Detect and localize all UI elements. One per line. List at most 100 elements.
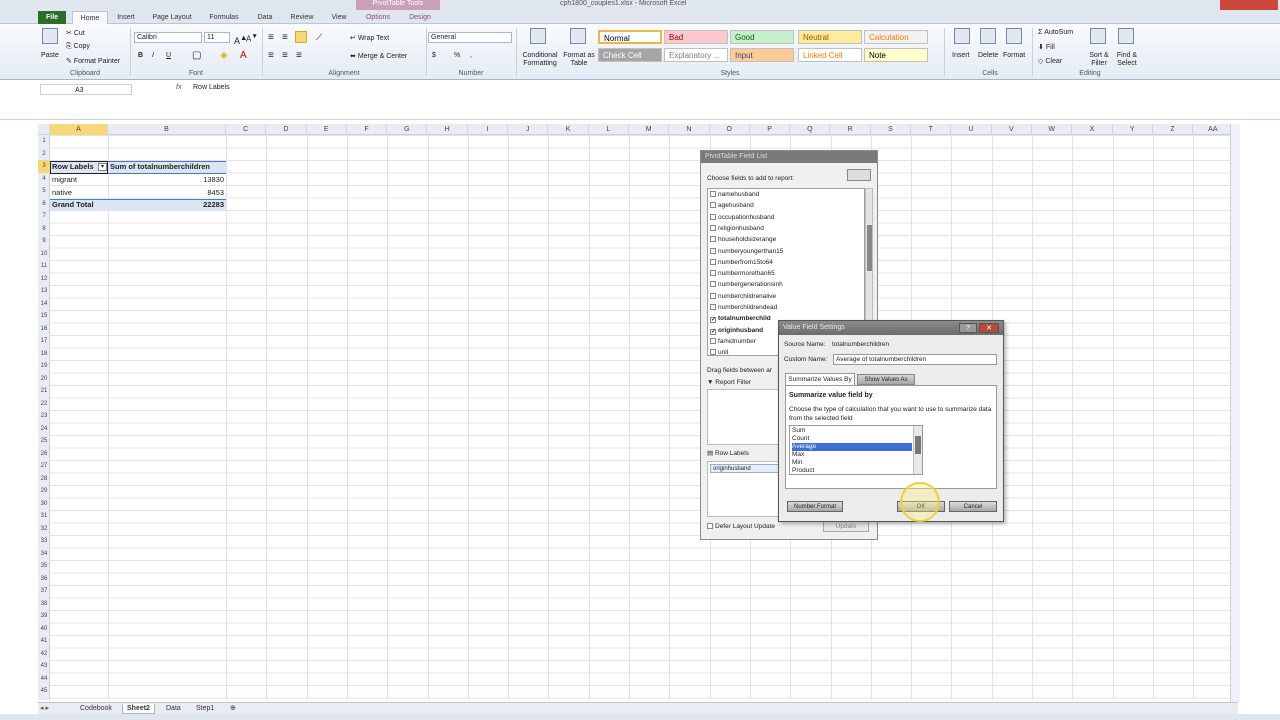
row-header[interactable]: 3 bbox=[38, 160, 50, 173]
row-header[interactable]: 36 bbox=[38, 573, 50, 586]
pivot-row-migrant-label[interactable]: migrant bbox=[52, 174, 77, 186]
checkbox-icon[interactable] bbox=[710, 292, 716, 299]
close-icon[interactable]: ✕ bbox=[979, 323, 999, 333]
row-header[interactable]: 6 bbox=[38, 198, 50, 211]
pivot-row-migrant-value[interactable]: 13830 bbox=[180, 174, 224, 186]
row-header[interactable]: 1 bbox=[38, 135, 50, 148]
pivot-sum-header[interactable]: Sum of totalnumberchildren bbox=[110, 161, 210, 173]
sheet-tab-codebook[interactable]: Codebook bbox=[76, 704, 116, 714]
row-header[interactable]: 13 bbox=[38, 285, 50, 298]
column-header[interactable]: R bbox=[831, 124, 871, 135]
calc-option[interactable]: Count bbox=[792, 435, 912, 443]
tab-file[interactable]: File bbox=[38, 11, 66, 24]
row-header[interactable]: 22 bbox=[38, 398, 50, 411]
tab-formulas[interactable]: Formulas bbox=[204, 11, 244, 24]
align-bottom-icon[interactable] bbox=[295, 31, 307, 43]
row-header[interactable]: 29 bbox=[38, 485, 50, 498]
comma-button[interactable]: , bbox=[470, 52, 472, 59]
conditional-formatting-button[interactable]: Conditional Formatting bbox=[520, 52, 560, 68]
row-header[interactable]: 27 bbox=[38, 460, 50, 473]
calc-option[interactable]: Product bbox=[792, 467, 912, 474]
cell-style-normal[interactable]: Normal bbox=[598, 30, 662, 44]
column-header[interactable]: U bbox=[951, 124, 992, 135]
column-header[interactable]: Q bbox=[790, 124, 831, 135]
merge-center-button[interactable]: ⬌ Merge & Center bbox=[350, 52, 407, 60]
column-header[interactable]: W bbox=[1032, 124, 1073, 135]
column-header[interactable]: B bbox=[108, 124, 226, 135]
column-header[interactable]: J bbox=[508, 124, 549, 135]
row-header[interactable]: 9 bbox=[38, 235, 50, 248]
paste-button[interactable]: Paste bbox=[41, 52, 59, 59]
row-header[interactable]: 25 bbox=[38, 435, 50, 448]
cell-style-input[interactable]: Input bbox=[730, 48, 794, 62]
cell-style-linked-cell[interactable]: Linked Cell bbox=[798, 48, 862, 62]
column-header[interactable]: M bbox=[629, 124, 670, 135]
row-header[interactable]: 5 bbox=[38, 185, 50, 198]
checkbox-icon[interactable] bbox=[710, 247, 716, 254]
borders-icon[interactable]: ▢ bbox=[192, 50, 201, 61]
find-select-button[interactable]: Find & Select bbox=[1112, 52, 1142, 68]
checkbox-icon[interactable] bbox=[710, 202, 716, 209]
sheet-tab-step1[interactable]: Step1 bbox=[192, 704, 218, 714]
row-header[interactable]: 33 bbox=[38, 535, 50, 548]
calc-option[interactable]: Average bbox=[792, 443, 912, 451]
cell-style-calculation[interactable]: Calculation bbox=[864, 30, 928, 44]
update-button[interactable]: Update bbox=[823, 521, 869, 532]
name-box[interactable]: A3 bbox=[40, 84, 132, 95]
row-header[interactable]: 24 bbox=[38, 423, 50, 436]
column-header[interactable]: O bbox=[710, 124, 750, 135]
row-header[interactable]: 32 bbox=[38, 523, 50, 536]
currency-button[interactable]: $ bbox=[432, 52, 436, 59]
row-header[interactable]: 40 bbox=[38, 623, 50, 636]
column-header[interactable]: T bbox=[911, 124, 952, 135]
underline-button[interactable]: U bbox=[166, 52, 171, 59]
field-item[interactable]: ✓ totalnumberchild bbox=[710, 313, 771, 324]
report-filter-dropzone[interactable] bbox=[707, 389, 787, 445]
sheet-tab-data[interactable]: Data bbox=[162, 704, 185, 714]
tab-review[interactable]: Review bbox=[286, 11, 318, 24]
defer-layout-checkbox[interactable]: Defer Layout Update bbox=[707, 523, 775, 530]
row-header[interactable]: 14 bbox=[38, 298, 50, 311]
row-header[interactable]: 8 bbox=[38, 223, 50, 236]
field-item[interactable]: occupationhusband bbox=[710, 212, 774, 223]
row-header[interactable]: 18 bbox=[38, 348, 50, 361]
field-item[interactable]: famidnumber bbox=[710, 336, 756, 347]
row-header[interactable]: 20 bbox=[38, 373, 50, 386]
row-header[interactable]: 10 bbox=[38, 248, 50, 261]
orientation-icon[interactable]: ⟋ bbox=[316, 32, 322, 43]
number-format-select[interactable]: General bbox=[428, 32, 512, 43]
font-color-icon[interactable]: A bbox=[240, 50, 247, 61]
custom-name-input[interactable]: Average of totalnumberchildren bbox=[833, 354, 997, 365]
cell-style-good[interactable]: Good bbox=[730, 30, 794, 44]
field-item[interactable]: numbermorethan65 bbox=[710, 268, 775, 279]
row-header[interactable]: 38 bbox=[38, 598, 50, 611]
row-header[interactable]: 23 bbox=[38, 410, 50, 423]
checkbox-icon[interactable] bbox=[710, 337, 716, 344]
column-header[interactable]: A bbox=[50, 124, 108, 135]
row-header[interactable]: 21 bbox=[38, 385, 50, 398]
field-list-scroll-thumb[interactable] bbox=[867, 225, 872, 271]
tab-page-layout[interactable]: Page Layout bbox=[148, 11, 196, 24]
tab-options[interactable]: Options bbox=[360, 11, 396, 24]
tab-design[interactable]: Design bbox=[402, 11, 438, 24]
row-header[interactable]: 15 bbox=[38, 310, 50, 323]
field-item[interactable]: numberfrom15to64 bbox=[710, 257, 773, 268]
row-field-chip[interactable]: originhusband bbox=[710, 464, 784, 473]
cancel-button[interactable]: Cancel bbox=[949, 501, 997, 512]
tab-data[interactable]: Data bbox=[252, 11, 278, 24]
pivot-grand-total-value[interactable]: 22283 bbox=[180, 199, 224, 211]
row-header[interactable]: 35 bbox=[38, 560, 50, 573]
calc-list-scroll-thumb[interactable] bbox=[915, 436, 921, 454]
checkbox-icon[interactable] bbox=[710, 281, 716, 288]
column-header[interactable]: AA bbox=[1193, 124, 1234, 135]
column-header[interactable]: Y bbox=[1113, 124, 1153, 135]
column-header[interactable]: Z bbox=[1153, 124, 1194, 135]
checkbox-icon[interactable]: ✓ bbox=[710, 328, 716, 335]
column-header[interactable]: F bbox=[347, 124, 388, 135]
field-item[interactable]: namehusband bbox=[710, 189, 759, 200]
format-button[interactable]: Format bbox=[1003, 52, 1025, 59]
row-header[interactable]: 12 bbox=[38, 273, 50, 286]
field-item[interactable]: numberchildrenalive bbox=[710, 291, 776, 302]
cut-button[interactable]: ✂ Cut bbox=[66, 29, 85, 37]
checkbox-icon[interactable] bbox=[710, 258, 716, 265]
